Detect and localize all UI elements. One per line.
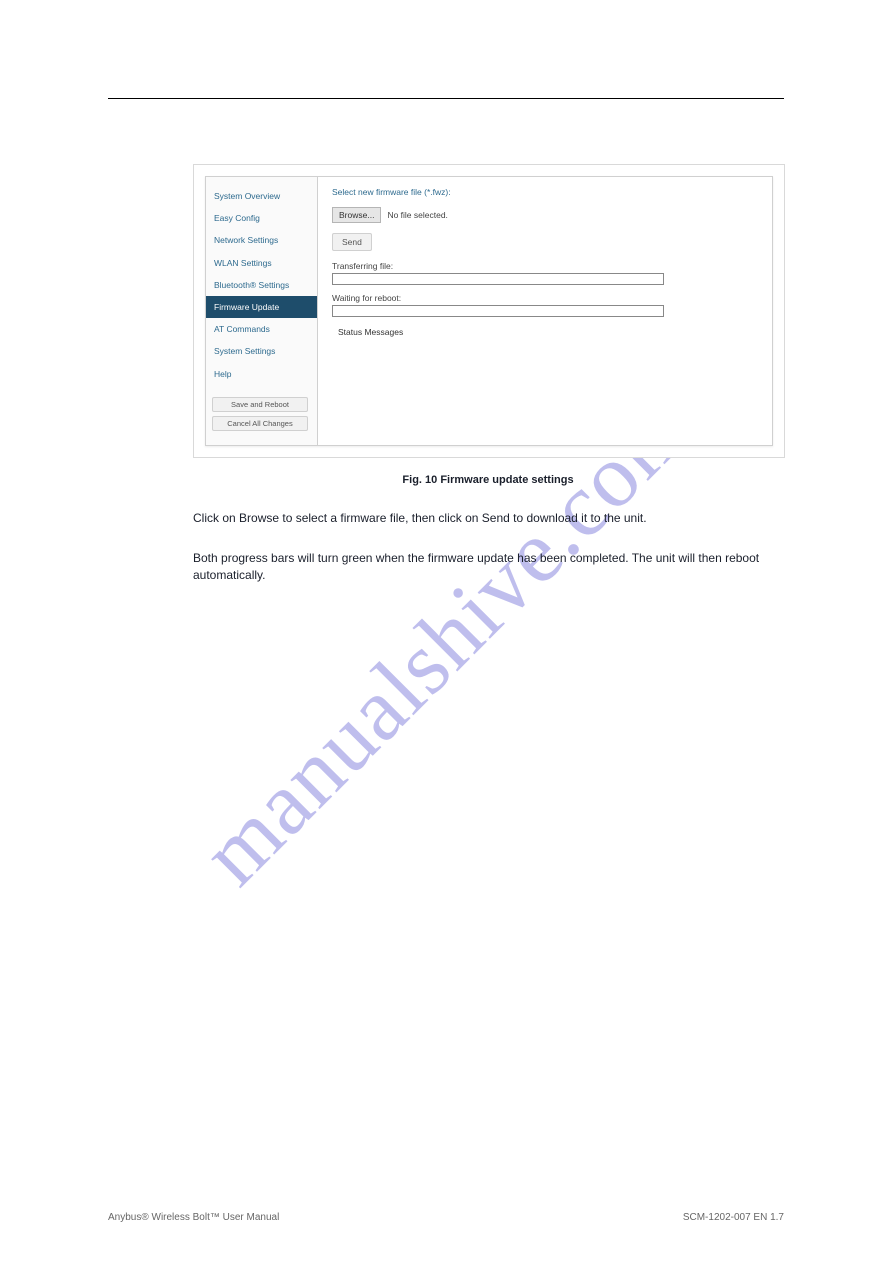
transferring-progress (332, 273, 664, 285)
footer-left: Anybus® Wireless Bolt™ User Manual (108, 1212, 279, 1223)
status-messages-heading: Status Messages (338, 327, 758, 337)
header-rule (108, 98, 784, 99)
file-chooser-row: Browse... No file selected. (332, 207, 758, 223)
nav-at-commands[interactable]: AT Commands (206, 318, 317, 340)
transferring-label: Transferring file: (332, 261, 758, 271)
footer-right: SCM-1202-007 EN 1.7 (683, 1212, 784, 1223)
select-firmware-heading: Select new firmware file (*.fwz): (332, 187, 758, 197)
nav-system-overview[interactable]: System Overview (206, 185, 317, 207)
save-and-reboot-button[interactable]: Save and Reboot (212, 397, 308, 412)
file-status-text: No file selected. (387, 210, 447, 220)
instruction-line-1: Click on Browse to select a firmware fil… (193, 510, 783, 527)
cancel-all-changes-button[interactable]: Cancel All Changes (212, 416, 308, 431)
nav-help[interactable]: Help (206, 363, 317, 385)
nav-easy-config[interactable]: Easy Config (206, 207, 317, 229)
waiting-progress (332, 305, 664, 317)
send-button[interactable]: Send (332, 233, 372, 251)
figure-caption: Fig. 10 Firmware update settings (193, 474, 783, 486)
page-footer: Anybus® Wireless Bolt™ User Manual SCM-1… (108, 1212, 784, 1223)
nav-wlan-settings[interactable]: WLAN Settings (206, 252, 317, 274)
nav-network-settings[interactable]: Network Settings (206, 229, 317, 251)
nav-firmware-update[interactable]: Firmware Update (206, 296, 317, 318)
sidebar-actions: Save and Reboot Cancel All Changes (212, 397, 311, 431)
sidebar: System Overview Easy Config Network Sett… (206, 177, 318, 445)
nav-bluetooth-settings[interactable]: Bluetooth® Settings (206, 274, 317, 296)
browse-button[interactable]: Browse... (332, 207, 381, 223)
instruction-line-2: Both progress bars will turn green when … (193, 550, 783, 584)
app-window: System Overview Easy Config Network Sett… (205, 176, 773, 446)
nav-system-settings[interactable]: System Settings (206, 340, 317, 362)
waiting-label: Waiting for reboot: (332, 293, 758, 303)
figure-panel: System Overview Easy Config Network Sett… (193, 164, 785, 458)
main-content: Select new firmware file (*.fwz): Browse… (318, 177, 772, 445)
